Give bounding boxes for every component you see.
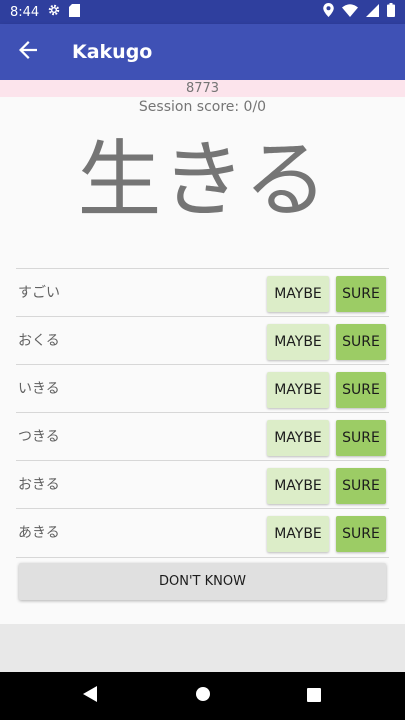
answer-row: つきる MAYBE SURE [16,412,389,460]
answer-label: つきる [18,429,60,445]
bottom-area [0,624,405,672]
battery-icon [387,3,395,21]
maybe-button[interactable]: MAYBE [267,372,329,408]
sure-button[interactable]: SURE [336,516,386,552]
answer-label: おくる [18,333,60,349]
nav-back-icon [83,686,97,706]
sure-button[interactable]: SURE [336,420,386,456]
answer-label: いきる [18,381,60,397]
sd-card-icon [69,3,81,21]
status-bar: 8:44 [0,0,405,24]
maybe-button[interactable]: MAYBE [267,324,329,360]
maybe-button[interactable]: MAYBE [267,468,329,504]
answer-row: おきる MAYBE SURE [16,460,389,508]
nav-back-button[interactable] [66,672,114,720]
maybe-button[interactable]: MAYBE [267,420,329,456]
nav-recents-button[interactable] [290,672,338,720]
question-word: 生きる [77,131,328,229]
answer-label: あきる [18,525,60,541]
answer-row: すごい MAYBE SURE [16,268,389,316]
wifi-icon [342,3,358,21]
app-bar: Kakugo [0,24,405,80]
dont-know-button[interactable]: DON'T KNOW [19,563,386,600]
signal-icon [366,3,379,21]
nav-recents-icon [307,687,321,706]
sure-button[interactable]: SURE [336,276,386,312]
answer-label: おきる [18,477,60,493]
gear-icon [47,3,61,21]
back-arrow-icon [19,41,37,63]
answer-label: すごい [18,285,60,301]
maybe-button[interactable]: MAYBE [267,516,329,552]
divider [16,557,389,558]
session-score: Session score: 0/0 [138,99,267,115]
nav-home-button[interactable] [179,672,227,720]
navigation-bar [0,672,405,720]
nav-home-icon [195,686,211,706]
sure-button[interactable]: SURE [336,468,386,504]
page-title: Kakugo [72,41,153,63]
maybe-button[interactable]: MAYBE [267,276,329,312]
back-button[interactable] [0,24,56,80]
answer-row: いきる MAYBE SURE [16,364,389,412]
sure-button[interactable]: SURE [336,324,386,360]
answer-row: あきる MAYBE SURE [16,508,389,556]
location-icon [323,3,334,21]
sure-button[interactable]: SURE [336,372,386,408]
card-count: 8773 [185,81,220,96]
status-time: 8:44 [10,4,40,20]
answer-row: おくる MAYBE SURE [16,316,389,364]
